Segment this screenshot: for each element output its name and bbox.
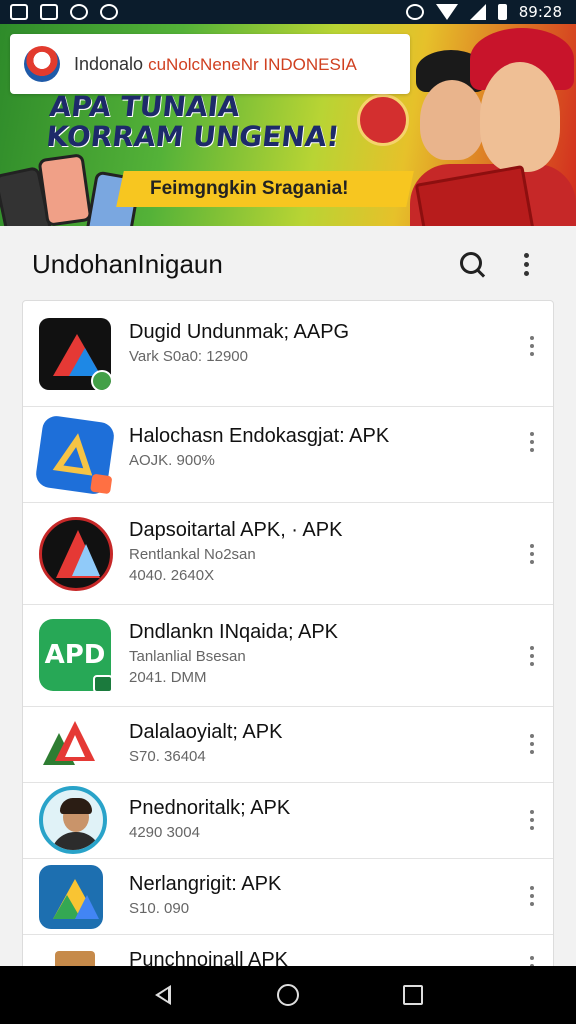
item-menu-button[interactable] (523, 427, 541, 457)
app-subtitle: 4290 3004 (129, 824, 200, 841)
app-header: UndohanInigaun (0, 226, 576, 302)
avatar (39, 786, 107, 854)
list-item[interactable]: Nerlangrigit: APK S10. 090 (23, 859, 553, 935)
app-list: Dugid Undunmak; AAPG Vark S0a0: 12900 Ha… (22, 300, 554, 980)
list-item[interactable]: Halochasn Endokasgjat: APK AOJK. 900% (23, 407, 553, 503)
app-title: Pnednoritalk; APK (129, 797, 291, 819)
app-title: Dndlankn INqaida; APK (129, 621, 339, 643)
more-vert-icon (530, 810, 534, 830)
banner-brand: Indonalo cuNolcNeneNr INDONESIA (74, 54, 357, 75)
item-menu-button[interactable] (523, 331, 541, 361)
page-title: UndohanInigaun (32, 248, 223, 279)
more-vert-icon (530, 646, 534, 666)
home-button[interactable] (268, 975, 308, 1015)
list-item[interactable]: Dapsoitartal APK, · APK Rentlankal No2sa… (23, 503, 553, 605)
app-title: Dapsoitartal APK, · APK (129, 519, 343, 541)
app-meta: 4040. 2640X (129, 567, 215, 584)
app-subtitle: S70. 36404 (129, 748, 206, 765)
app-icon (39, 713, 111, 777)
app-subtitle: Tanlanlial Bsesan (129, 648, 246, 665)
list-item-text: Pnednoritalk; APK 4290 3004 (129, 797, 505, 841)
app-icon: APD (39, 619, 113, 693)
more-vert-icon (530, 886, 534, 906)
more-vert-icon (530, 544, 534, 564)
more-vert-icon (530, 336, 534, 356)
list-item-text: Dapsoitartal APK, · APK Rentlankal No2sa… (129, 519, 505, 584)
list-item[interactable]: Dalalaoyialt; APK S70. 36404 (23, 707, 553, 783)
status-right: 89:28 (405, 3, 562, 21)
back-icon (154, 985, 171, 1005)
person-graphic (480, 62, 560, 172)
status-time: 89:28 (518, 3, 562, 21)
app-meta: 2041. DMM (129, 669, 207, 686)
app-subtitle: Vark S0a0: 12900 (129, 348, 248, 365)
badge-graphic (357, 94, 409, 146)
person-graphic (420, 80, 484, 160)
list-item-text: Dndlankn INqaida; APK Tanlanlial Bsesan … (129, 621, 505, 686)
status-left (10, 4, 118, 20)
banner-tagline: Feimgngkin Sragania! (150, 178, 349, 199)
phone-graphic (37, 153, 93, 226)
alien-icon (100, 4, 118, 20)
app-subtitle: Rentlankal No2san (129, 546, 256, 563)
recents-icon (403, 985, 424, 1005)
image-icon (40, 4, 58, 20)
app-title: Dugid Undunmak; AAPG (129, 321, 350, 343)
app-icon (34, 414, 116, 496)
list-item[interactable]: Pnednoritalk; APK 4290 3004 (23, 783, 553, 859)
item-menu-button[interactable] (523, 539, 541, 569)
item-menu-button[interactable] (523, 881, 541, 911)
back-button[interactable] (143, 975, 183, 1015)
item-menu-button[interactable] (523, 641, 541, 671)
recents-button[interactable] (393, 975, 433, 1015)
item-menu-button[interactable] (523, 729, 541, 759)
list-item-text: Dalalaoyialt; APK S70. 36404 (129, 721, 505, 765)
navigation-bar (0, 966, 576, 1024)
alarm-icon (405, 4, 424, 20)
headline-line-2: KORRAM UNGENA! (44, 120, 342, 153)
banner-brand-bar: Indonalo cuNolcNeneNr INDONESIA (10, 34, 410, 94)
search-button[interactable] (452, 244, 492, 284)
app-title: Dalalaoyialt; APK (129, 721, 283, 743)
app-subtitle: AOJK. 900% (129, 452, 215, 469)
banner-headline: APA TUNAIA KORRAM UNGENA! (44, 90, 344, 153)
overflow-menu-button[interactable] (506, 244, 546, 284)
app-title: Nerlangrigit: APK (129, 873, 282, 895)
more-vert-icon (523, 252, 529, 276)
circle-icon (70, 4, 88, 20)
app-title: Halochasn Endokasgjat: APK (129, 425, 390, 447)
search-icon (459, 251, 485, 277)
app-icon (39, 517, 113, 591)
battery-icon (497, 4, 507, 20)
home-icon (10, 4, 28, 20)
item-menu-button[interactable] (523, 805, 541, 835)
status-bar: 89:28 (0, 0, 576, 24)
app-icon (39, 318, 111, 390)
home-circle-icon (276, 984, 299, 1006)
brand-logo-icon (24, 46, 60, 82)
brand-subtitle: cuNolcNeneNr INDONESIA (148, 54, 357, 74)
list-item-text: Dugid Undunmak; AAPG Vark S0a0: 12900 (129, 321, 505, 365)
list-item[interactable]: Dugid Undunmak; AAPG Vark S0a0: 12900 (23, 301, 553, 407)
signal-icon (469, 4, 486, 20)
list-item[interactable]: APD Dndlankn INqaida; APK Tanlanlial Bse… (23, 605, 553, 707)
app-subtitle: S10. 090 (129, 900, 190, 917)
promo-banner[interactable]: Indonalo cuNolcNeneNr INDONESIA APA TUNA… (0, 24, 576, 226)
more-vert-icon (530, 734, 534, 754)
app-icon (39, 865, 103, 929)
brand-name: Indonalo (74, 53, 144, 74)
list-item-text: Nerlangrigit: APK S10. 090 (129, 873, 505, 917)
headline-line-1: APA TUNAIA (47, 90, 242, 123)
more-vert-icon (530, 432, 534, 452)
list-item-text: Halochasn Endokasgjat: APK AOJK. 900% (129, 425, 505, 469)
wifi-icon (435, 4, 458, 20)
